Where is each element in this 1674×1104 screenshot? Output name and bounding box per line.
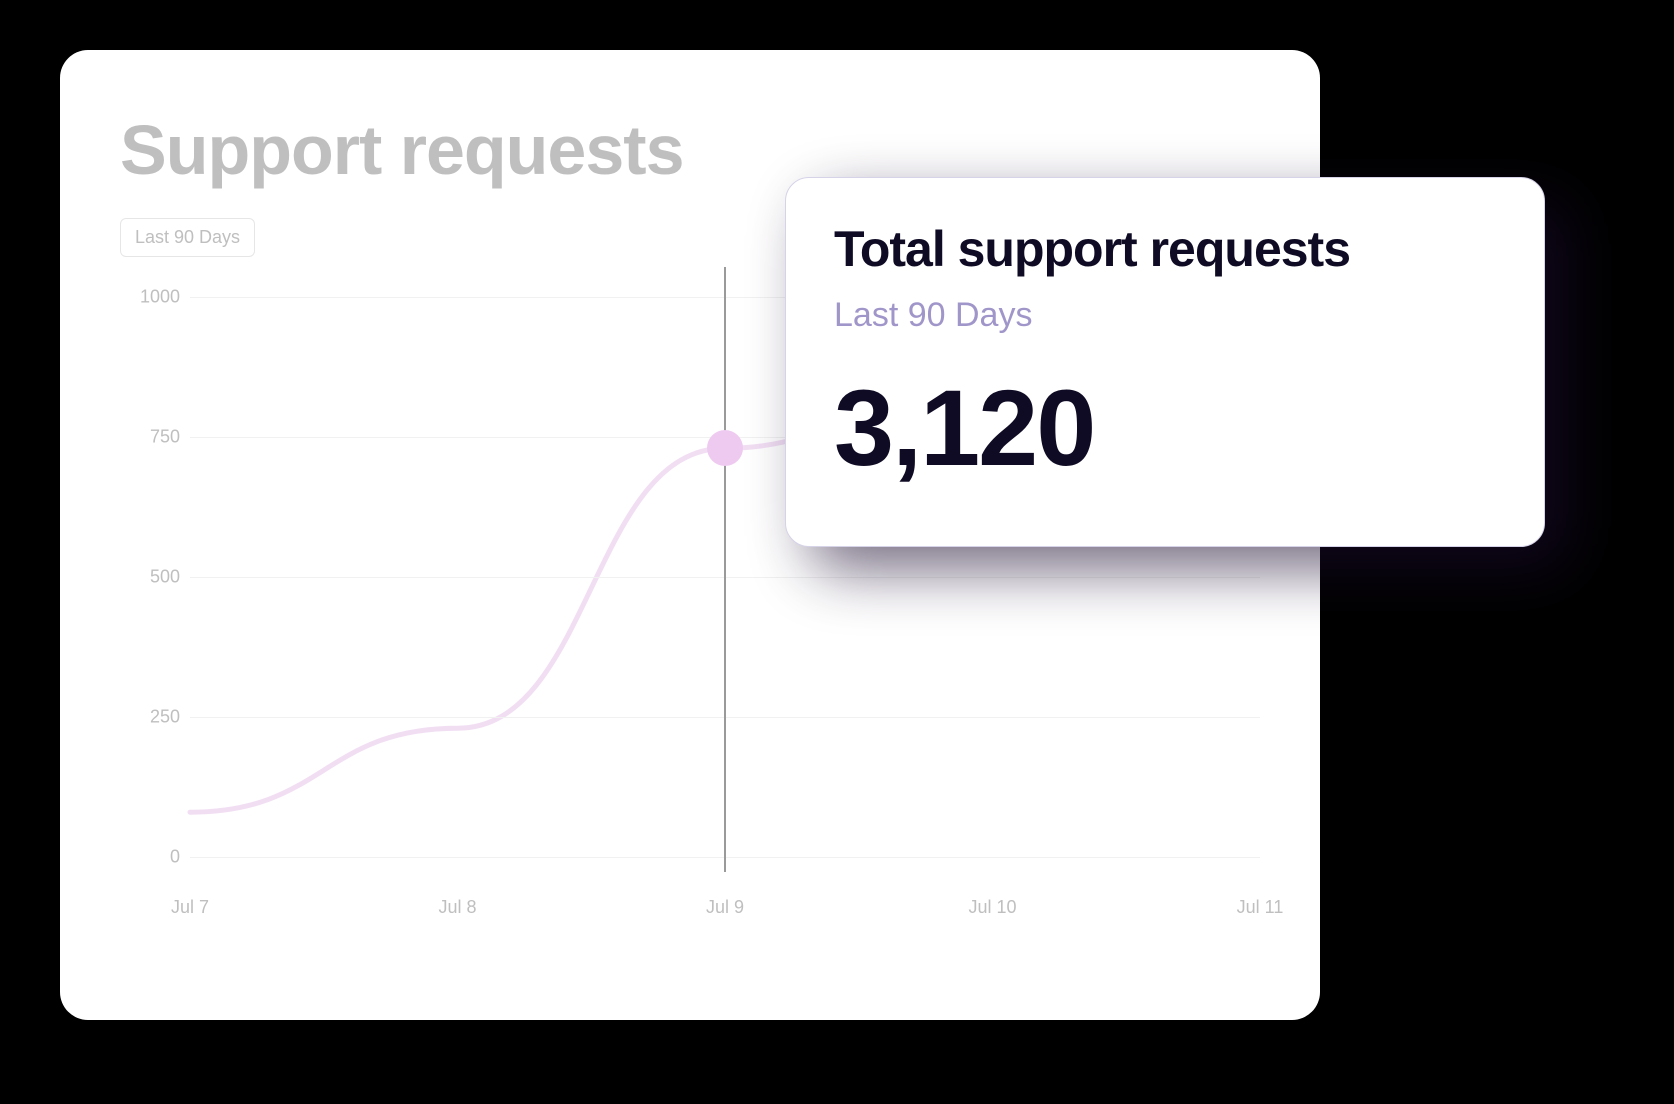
data-point-marker — [707, 430, 743, 466]
y-tick: 0 — [170, 847, 180, 868]
date-range-chip[interactable]: Last 90 Days — [120, 218, 255, 257]
stat-card: Total support requests Last 90 Days 3,12… — [785, 177, 1545, 547]
crosshair — [724, 267, 726, 872]
stat-value: 3,120 — [834, 365, 1496, 490]
y-tick: 750 — [150, 427, 180, 448]
x-tick: Jul 8 — [438, 897, 476, 918]
y-tick: 1000 — [140, 287, 180, 308]
y-axis: 02505007501000 — [120, 297, 180, 857]
x-tick: Jul 11 — [1237, 897, 1284, 918]
x-axis: Jul 7Jul 8Jul 9Jul 10Jul 11 — [190, 897, 1260, 927]
x-tick: Jul 7 — [171, 897, 209, 918]
y-tick: 250 — [150, 707, 180, 728]
x-tick: Jul 10 — [968, 897, 1016, 918]
y-tick: 500 — [150, 567, 180, 588]
stat-title: Total support requests — [834, 220, 1496, 278]
x-tick: Jul 9 — [706, 897, 744, 918]
stat-subtitle: Last 90 Days — [834, 296, 1496, 335]
